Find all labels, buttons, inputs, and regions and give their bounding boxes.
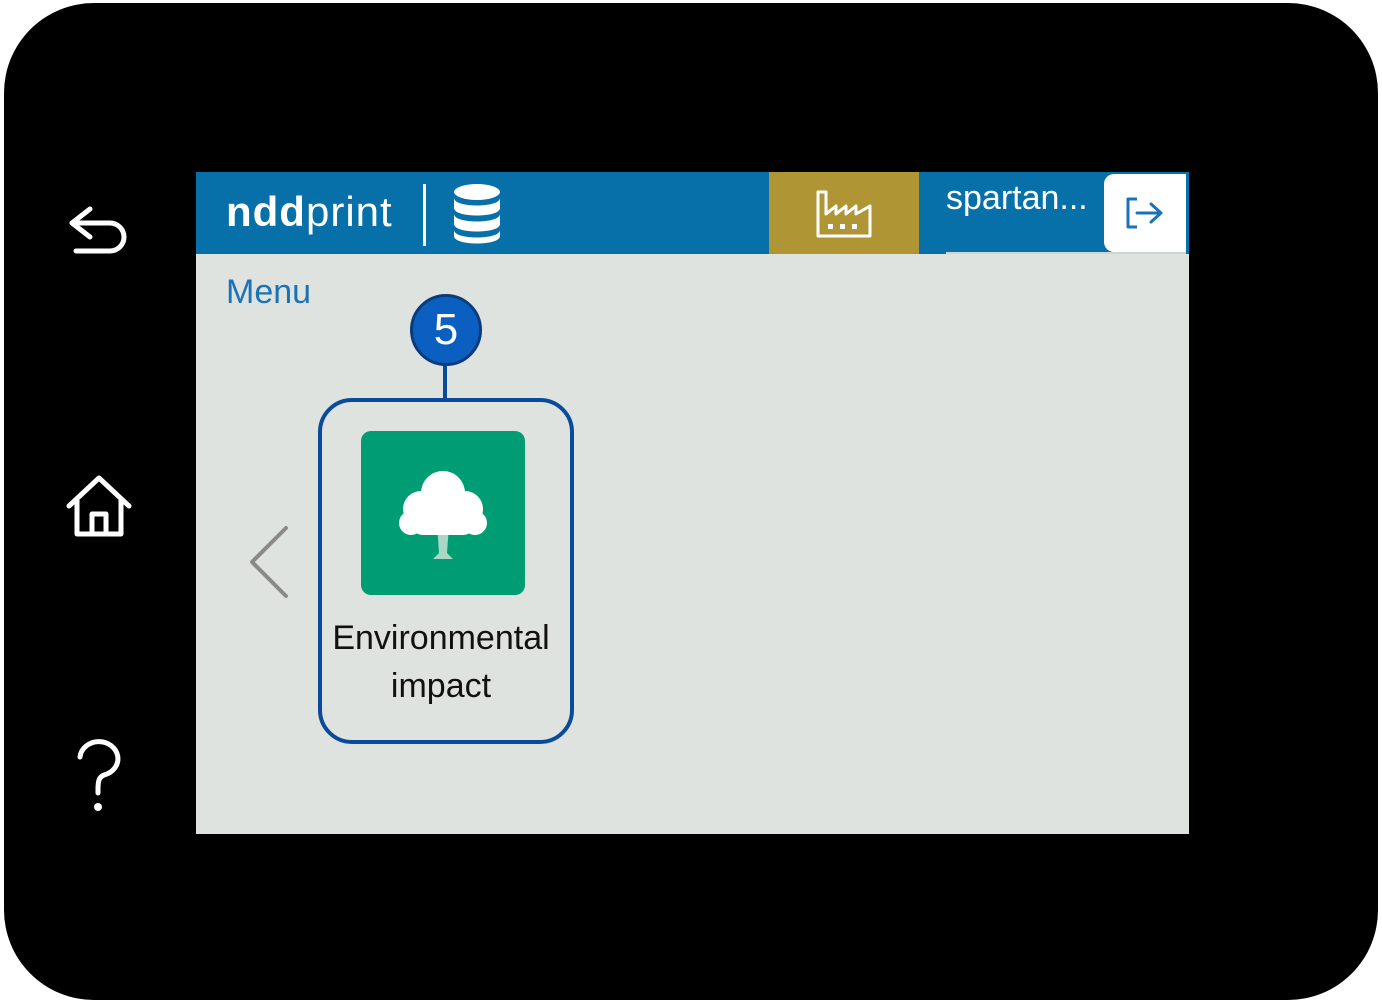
tree-icon [399, 471, 487, 559]
logo-bold-part: ndd [226, 188, 306, 235]
logout-icon [1126, 197, 1163, 229]
nddprint-logo: nddprint [226, 186, 393, 238]
logout-button[interactable] [1104, 174, 1186, 252]
back-button[interactable] [54, 191, 144, 271]
tile-label-line1: Environmental [332, 619, 550, 657]
callout-connector [443, 362, 447, 400]
logo-divider [423, 184, 426, 246]
username-underline [946, 252, 1186, 254]
username-label[interactable]: spartan... [946, 178, 1088, 218]
chevron-left-icon[interactable] [244, 524, 294, 600]
factory-button[interactable] [769, 172, 919, 254]
tile-label-line2: impact [390, 667, 492, 705]
tile-label: Environmental impact [316, 614, 566, 710]
callout-number-badge: 5 [410, 294, 482, 366]
home-icon [66, 475, 132, 537]
back-arrow-icon [69, 206, 127, 254]
help-icon [77, 739, 121, 811]
touch-screen: nddprint spartan... Menu Environmental i… [196, 172, 1189, 834]
home-button[interactable] [54, 465, 144, 545]
database-icon [454, 184, 500, 244]
tile-icon-bg [361, 431, 525, 595]
menu-breadcrumb[interactable]: Menu [226, 272, 311, 312]
help-button[interactable] [54, 737, 144, 817]
tile-environmental-impact[interactable]: Environmental impact [316, 428, 576, 718]
header-bar: nddprint spartan... [196, 172, 1189, 254]
factory-icon [816, 190, 872, 238]
logo-rest-part: print [305, 188, 393, 235]
